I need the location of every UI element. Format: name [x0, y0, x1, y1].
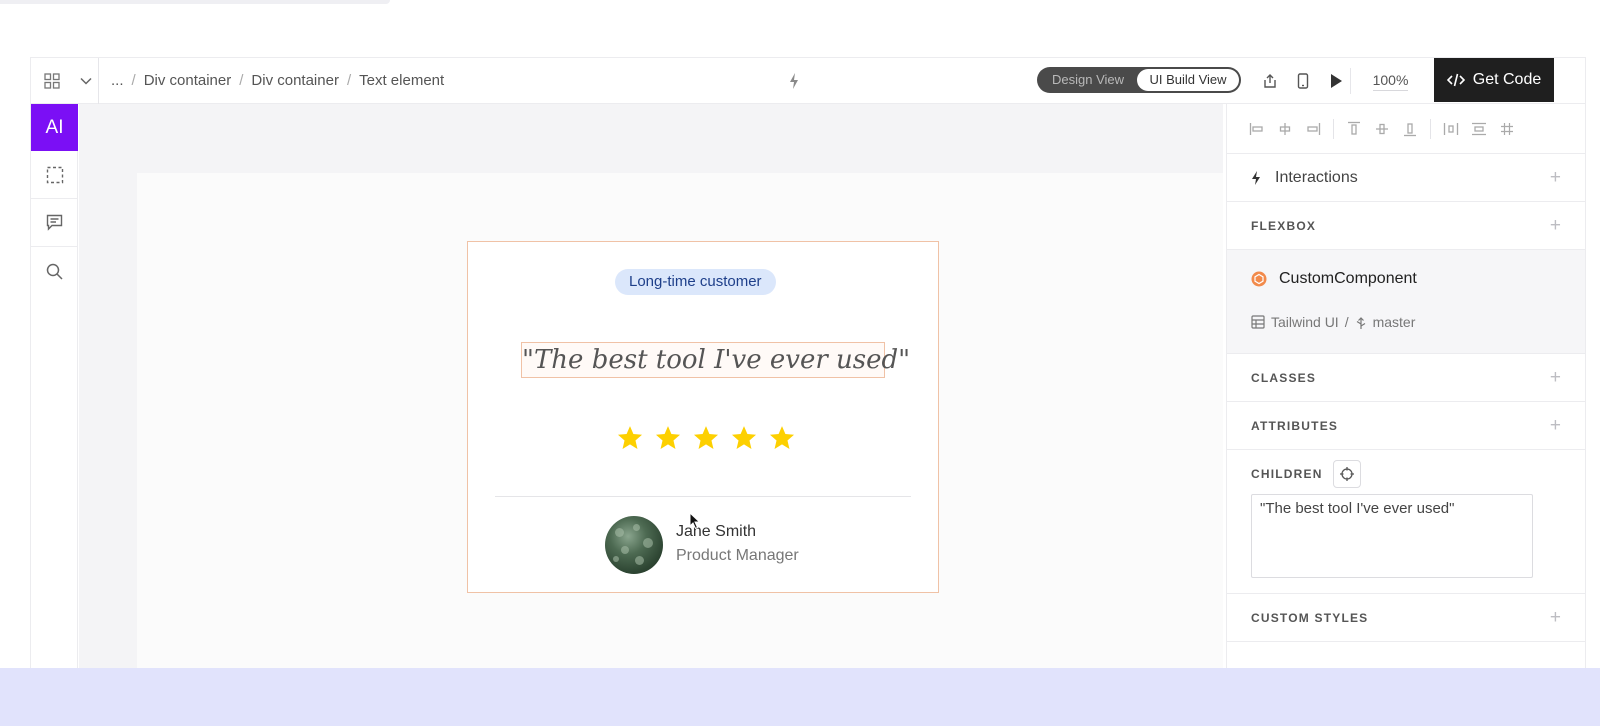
- breadcrumb-div-container-1[interactable]: Div container: [144, 72, 232, 89]
- align-right-icon[interactable]: [1299, 119, 1327, 139]
- avatar[interactable]: [605, 516, 663, 574]
- breadcrumb-div-container-2[interactable]: Div container: [251, 72, 339, 89]
- align-center-horizontal-icon[interactable]: [1271, 119, 1299, 139]
- bottom-band: [0, 668, 1600, 726]
- breadcrumb-text-element[interactable]: Text element: [359, 72, 444, 89]
- custom-styles-section[interactable]: CUSTOM STYLES +: [1227, 594, 1585, 642]
- mobile-preview-icon[interactable]: [1286, 58, 1319, 104]
- component-info: CustomComponent Tailwind UI / master: [1227, 250, 1585, 354]
- align-bottom-icon[interactable]: [1396, 119, 1424, 139]
- component-icon: [1251, 271, 1267, 287]
- star-icon: [693, 426, 719, 449]
- top-edge-fade: [0, 0, 390, 4]
- editor-window: ... / Div container / Div container / Te…: [31, 58, 1585, 668]
- star-icon: [617, 426, 643, 449]
- branch-name[interactable]: master: [1373, 314, 1416, 330]
- person-name[interactable]: Jane Smith: [676, 523, 756, 541]
- add-custom-style-button[interactable]: +: [1550, 607, 1561, 629]
- search-icon[interactable]: [31, 247, 78, 295]
- page-frame[interactable]: Long-time customer "The best tool I've e…: [137, 173, 1223, 668]
- mouse-cursor-icon: [689, 512, 701, 530]
- view-toggle[interactable]: Design View UI Build View: [1037, 67, 1241, 93]
- align-middle-icon[interactable]: [1368, 119, 1396, 139]
- code-icon: [1446, 73, 1465, 87]
- children-section: CHILDREN "The best tool I've ever used": [1227, 450, 1585, 594]
- star-icon: [655, 426, 681, 449]
- properties-panel: Interactions + FLEXBOX + CustomComponent…: [1226, 104, 1585, 668]
- custom-styles-label: CUSTOM STYLES: [1251, 610, 1369, 625]
- apps-grid-icon[interactable]: [31, 58, 73, 104]
- zoom-level[interactable]: 100%: [1350, 68, 1430, 94]
- lightning-icon[interactable]: [789, 72, 799, 90]
- children-text-field[interactable]: "The best tool I've ever used": [1251, 494, 1533, 578]
- add-attribute-button[interactable]: +: [1550, 415, 1561, 437]
- library-icon: [1251, 315, 1265, 329]
- play-icon[interactable]: [1319, 58, 1352, 104]
- lightning-icon: [1252, 170, 1260, 185]
- add-class-button[interactable]: +: [1550, 367, 1561, 389]
- align-top-icon[interactable]: [1340, 119, 1368, 139]
- comment-icon[interactable]: [31, 199, 78, 247]
- crosshair-icon[interactable]: [1332, 460, 1361, 488]
- interactions-label: Interactions: [1275, 168, 1358, 186]
- top-bar: ... / Div container / Div container / Te…: [31, 58, 1585, 104]
- star-rating[interactable]: [616, 424, 796, 454]
- classes-label: CLASSES: [1251, 370, 1317, 385]
- customer-badge[interactable]: Long-time customer: [615, 269, 776, 295]
- selection-icon[interactable]: [31, 151, 78, 199]
- children-label: CHILDREN: [1251, 467, 1323, 481]
- distribute-horizontal-icon[interactable]: [1437, 119, 1465, 139]
- alignment-toolbar: [1227, 104, 1585, 154]
- flexbox-section[interactable]: FLEXBOX +: [1227, 202, 1585, 250]
- add-interaction-button[interactable]: +: [1550, 167, 1561, 189]
- attributes-label: ATTRIBUTES: [1251, 418, 1339, 433]
- branch-icon: [1356, 316, 1365, 329]
- distribute-vertical-icon[interactable]: [1465, 119, 1493, 139]
- flexbox-label: FLEXBOX: [1251, 218, 1317, 233]
- star-icon: [731, 426, 757, 449]
- testimonial-card[interactable]: Long-time customer "The best tool I've e…: [467, 241, 939, 593]
- get-code-button[interactable]: Get Code: [1434, 58, 1554, 102]
- design-view-option[interactable]: Design View: [1039, 69, 1137, 91]
- add-flexbox-button[interactable]: +: [1550, 215, 1561, 237]
- classes-section[interactable]: CLASSES +: [1227, 354, 1585, 402]
- quote-text-element[interactable]: "The best tool I've ever used": [521, 342, 910, 378]
- align-left-icon[interactable]: [1243, 119, 1271, 139]
- design-canvas[interactable]: Long-time customer "The best tool I've e…: [79, 104, 1223, 668]
- interactions-section[interactable]: Interactions +: [1227, 154, 1585, 202]
- ai-button[interactable]: AI: [31, 104, 78, 151]
- breadcrumb: ... / Div container / Div container / Te…: [111, 72, 445, 89]
- library-name[interactable]: Tailwind UI: [1271, 314, 1339, 330]
- attributes-section[interactable]: ATTRIBUTES +: [1227, 402, 1585, 450]
- chevron-down-icon[interactable]: [73, 58, 99, 104]
- star-icon: [769, 426, 795, 449]
- person-role[interactable]: Product Manager: [676, 547, 799, 565]
- component-name[interactable]: CustomComponent: [1279, 270, 1417, 288]
- export-icon[interactable]: [1253, 58, 1286, 104]
- card-divider: [495, 496, 911, 497]
- ui-build-view-option[interactable]: UI Build View: [1137, 69, 1239, 91]
- breadcrumb-ellipsis[interactable]: ...: [111, 72, 124, 89]
- left-toolbar: AI: [31, 104, 78, 668]
- grid-icon[interactable]: [1493, 119, 1521, 139]
